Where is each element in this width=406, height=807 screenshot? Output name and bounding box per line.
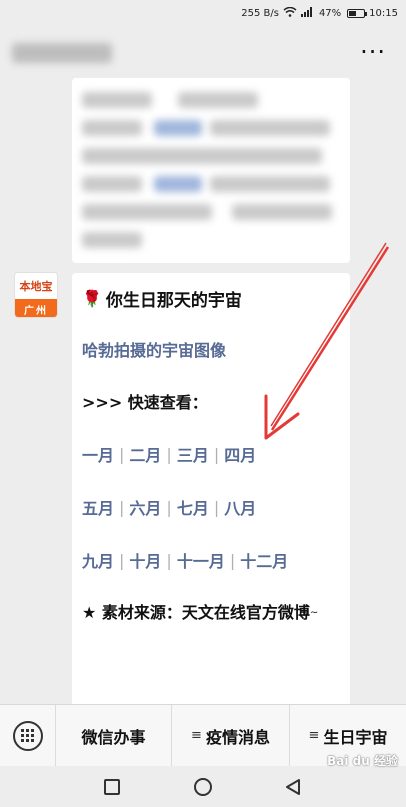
chat-title-bar: ··· — [0, 28, 406, 78]
source-tail: ~ — [309, 607, 319, 619]
separator: | — [166, 550, 172, 570]
month-link[interactable]: 四月 — [224, 442, 256, 466]
recent-apps-icon[interactable] — [104, 779, 120, 795]
avatar-city-text: 广州 — [15, 299, 57, 317]
keyboard-icon — [12, 720, 43, 751]
message-title: 🌹 你生日那天的宇宙 — [82, 285, 340, 311]
previous-message-bubble — [72, 78, 350, 263]
month-link[interactable]: 六月 — [129, 495, 161, 519]
separator: | — [119, 444, 125, 464]
separator: | — [229, 550, 236, 570]
status-indicators: 255 B/s 47% 10:15 — [241, 6, 398, 20]
blurred-text — [82, 232, 142, 248]
blurred-text — [82, 120, 142, 136]
keyboard-toggle-button[interactable] — [0, 704, 56, 767]
month-link[interactable]: 十二月 — [240, 548, 288, 572]
blurred-text — [82, 148, 322, 164]
blurred-text — [82, 204, 212, 220]
message-title-text: 你生日那天的宇宙 — [105, 290, 242, 311]
month-link[interactable]: 一月 — [82, 442, 114, 466]
submenu-lines-icon: ≡ — [308, 728, 320, 743]
submenu-lines-icon: ≡ — [191, 728, 202, 743]
blurred-text — [82, 92, 152, 108]
separator: | — [213, 497, 220, 517]
system-nav-bar — [0, 766, 406, 807]
separator: | — [166, 444, 172, 464]
home-icon[interactable] — [194, 778, 212, 796]
separator: | — [119, 550, 125, 570]
signal-icon — [300, 7, 315, 20]
month-row-2: 五月 | 六月 | 七月 | 八月 — [82, 495, 340, 519]
separator: | — [166, 497, 172, 517]
month-link[interactable]: 十月 — [129, 548, 161, 572]
battery-percent: 47% — [318, 8, 342, 19]
avatar-logo-text: 本地宝 — [15, 273, 57, 299]
separator: | — [213, 444, 220, 464]
month-link[interactable]: 七月 — [177, 495, 209, 519]
source-credit-text: ★ 素材来源：天文在线官方微博 — [82, 603, 310, 622]
message-bubble: 🌹 你生日那天的宇宙 哈勃拍摄的宇宙图像 >>> 快速查看： 一月 | 二月 | 三… — [72, 273, 350, 713]
status-bar: 255 B/s 47% 10:15 — [0, 0, 406, 28]
account-avatar[interactable]: 本地宝 广州 — [14, 272, 58, 318]
source-credit: ★ 素材来源：天文在线官方微博~ — [82, 600, 340, 627]
menu-label: 微信办事 — [81, 727, 146, 747]
month-link[interactable]: 五月 — [82, 495, 114, 519]
separator: | — [119, 497, 125, 517]
month-link[interactable]: 八月 — [224, 495, 256, 519]
clock: 10:15 — [369, 8, 398, 19]
month-row-3: 九月 | 十月 | 十一月 | 十二月 — [82, 548, 340, 572]
wifi-icon — [283, 6, 297, 20]
blurred-link — [154, 120, 202, 136]
blurred-text — [210, 176, 330, 192]
month-link[interactable]: 九月 — [82, 548, 114, 572]
more-button[interactable]: ··· — [360, 40, 386, 64]
blurred-text — [82, 176, 142, 192]
back-icon[interactable] — [284, 778, 302, 800]
watermark-text: Bai du 经验 — [327, 754, 398, 768]
month-row-1: 一月 | 二月 | 三月 | 四月 — [82, 442, 340, 466]
month-link[interactable]: 十一月 — [177, 548, 225, 572]
hubble-images-link[interactable]: 哈勃拍摄的宇宙图像 — [82, 337, 340, 361]
menu-wechat-services[interactable]: 微信办事 — [56, 704, 172, 767]
chat-title-blurred — [12, 43, 112, 63]
quick-view-heading: >>> 快速查看： — [82, 393, 208, 412]
rose-icon: 🌹 — [82, 288, 102, 308]
menu-label: 生日宇宙 — [323, 727, 388, 747]
blurred-text — [232, 204, 332, 220]
menu-epidemic-news[interactable]: ≡ 疫情消息 — [172, 704, 290, 767]
month-link[interactable]: 二月 — [129, 442, 161, 466]
battery-icon — [347, 9, 368, 18]
blurred-link — [154, 176, 202, 192]
blurred-text — [210, 120, 330, 136]
blurred-text — [178, 92, 258, 108]
month-link[interactable]: 三月 — [177, 442, 209, 466]
network-speed: 255 B/s — [241, 8, 279, 19]
menu-label: 疫情消息 — [205, 727, 270, 747]
